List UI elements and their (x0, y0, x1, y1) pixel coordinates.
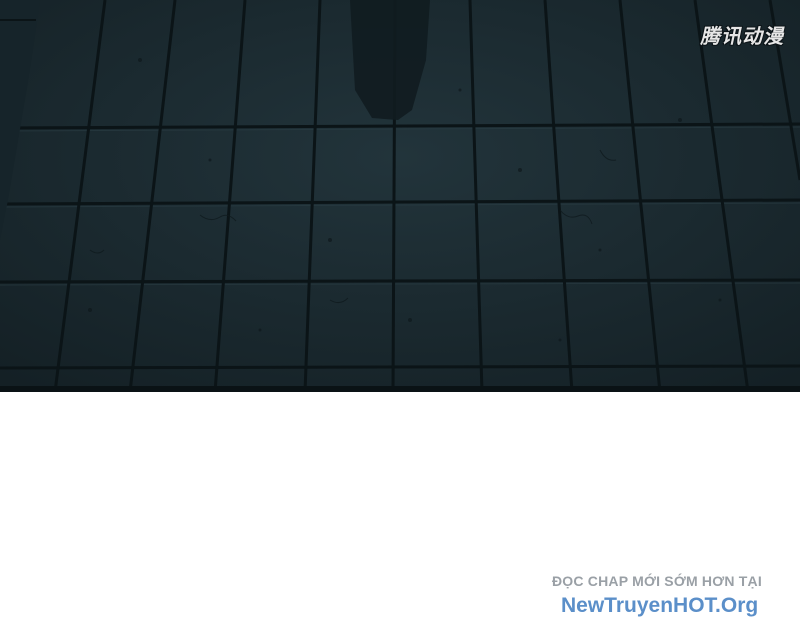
tiled-floor-artwork (0, 0, 800, 392)
promo-tagline: ĐỌC CHAP MỚI SỚM HƠN TẠI (552, 573, 762, 589)
promo-banner: ĐỌC CHAP MỚI SỚM HƠN TẠI NewTruyenHOT.Or… (0, 568, 800, 628)
promo-site-link[interactable]: NewTruyenHOT.Org (561, 594, 758, 618)
comic-page: 腾讯动漫 ĐỌC CHAP MỚI SỚM HƠN TẠI NewTruyenH… (0, 0, 800, 638)
tencent-comics-watermark: 腾讯动漫 (699, 24, 789, 48)
comic-panel-floor: 腾讯动漫 (0, 0, 800, 392)
